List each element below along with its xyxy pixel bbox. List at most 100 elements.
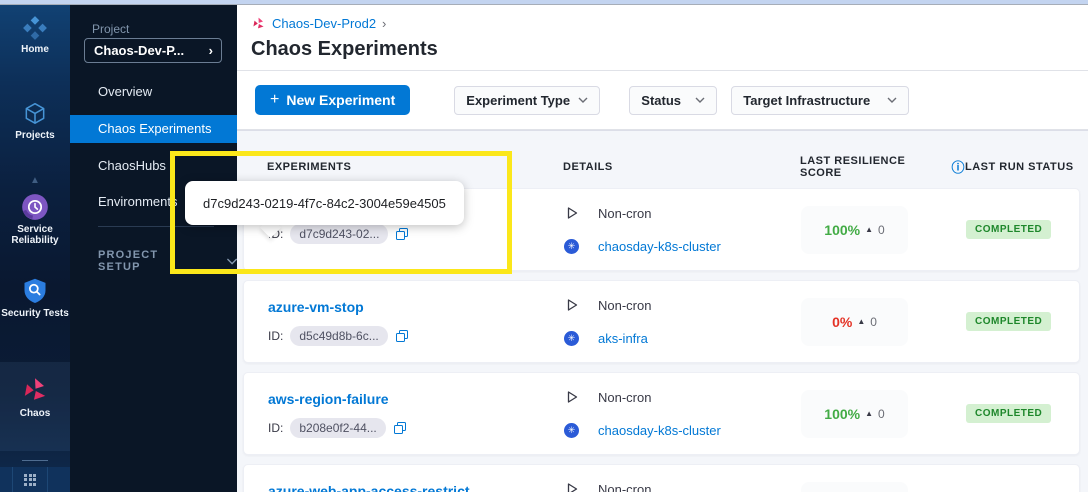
bottom-bar-cell	[0, 467, 13, 492]
experiment-id-tooltip: d7c9d243-0219-4f7c-84c2-3004e59e4505	[185, 181, 464, 225]
score-value: 100%	[824, 406, 860, 422]
breadcrumb-chevron-icon: ›	[382, 16, 386, 31]
filter-label: Experiment Type	[466, 93, 570, 108]
sidebar-item-home[interactable]: Home	[0, 15, 70, 55]
project-label: Project	[92, 22, 129, 36]
chevron-down-icon	[887, 97, 897, 103]
experiment-name-link[interactable]: azure-web-app-access-restrict	[268, 481, 564, 493]
play-icon	[564, 298, 579, 312]
column-header-experiments: EXPERIMENTS	[267, 161, 563, 173]
experiment-name-link[interactable]: aws-region-failure	[268, 389, 564, 409]
page-header: Chaos-Dev-Prod2 › Chaos Experiments	[237, 5, 1088, 71]
new-experiment-label: New Experiment	[286, 92, 395, 108]
score-delta: 0	[870, 315, 877, 329]
copy-icon[interactable]	[393, 421, 407, 435]
copy-icon[interactable]	[395, 227, 409, 241]
trend-up-icon: ▲	[857, 317, 865, 326]
score-value: 0%	[832, 314, 852, 330]
chaos-breadcrumb-icon	[251, 16, 266, 31]
plus-icon: +	[270, 92, 279, 108]
score-delta: 0	[878, 223, 885, 237]
infrastructure-link[interactable]: chaosday-k8s-cluster	[598, 423, 721, 438]
infrastructure-link[interactable]: chaosday-k8s-cluster	[598, 239, 721, 254]
copy-icon[interactable]	[395, 329, 409, 343]
sidebar-item-service-reliability[interactable]: Service Reliability	[0, 193, 70, 246]
status-badge: COMPLETED	[966, 220, 1051, 239]
experiment-id-chip[interactable]: b208e0f2-44...	[290, 418, 385, 438]
infrastructure-link[interactable]: aks-infra	[598, 331, 648, 346]
main-content: Chaos-Dev-Prod2 › Chaos Experiments + Ne…	[237, 5, 1088, 492]
resilience-score-card: 0% ▲ 0	[801, 298, 908, 346]
sidebar-divider	[22, 460, 48, 461]
bottom-bar-cell	[48, 467, 70, 492]
status-badge: COMPLETED	[966, 312, 1051, 331]
project-selector-value: Chaos-Dev-P...	[94, 43, 184, 58]
status-badge: COMPLETED	[966, 404, 1051, 423]
module-sidebar: Home Projects ▲ Service Reliabilit	[0, 5, 70, 492]
scroll-up-icon[interactable]: ▲	[0, 175, 70, 186]
sidebar-item-projects[interactable]: Projects	[0, 101, 70, 141]
page-title: Chaos Experiments	[251, 38, 1088, 61]
projects-cube-icon	[0, 101, 70, 127]
table-header-row: EXPERIMENTS DETAILS LAST RESILIENCE SCOR…	[243, 155, 1080, 175]
sidebar-item-chaos[interactable]: Chaos	[0, 375, 70, 419]
id-label: ID:	[268, 421, 283, 435]
app-shell: Home Projects ▲ Service Reliabilit	[0, 5, 1088, 492]
table-row[interactable]: azure-web-app-access-restrict Non-cron	[243, 464, 1080, 492]
home-icon	[0, 15, 70, 41]
column-header-resilience-score: LAST RESILIENCE SCORE ⓘ	[800, 155, 965, 179]
project-selector[interactable]: Chaos-Dev-P... ›	[84, 38, 222, 63]
breadcrumb: Chaos-Dev-Prod2 ›	[251, 16, 1088, 31]
kubernetes-infra-icon: ✳	[564, 423, 579, 438]
experiment-id-chip[interactable]: d7c9d243-02...	[290, 224, 388, 244]
play-icon	[564, 390, 579, 404]
score-value: 100%	[824, 222, 860, 238]
new-experiment-button[interactable]: + New Experiment	[255, 85, 410, 115]
kubernetes-infra-icon: ✳	[564, 239, 579, 254]
status-filter[interactable]: Status	[629, 86, 717, 115]
target-infrastructure-filter[interactable]: Target Infrastructure	[731, 86, 909, 115]
service-reliability-icon	[0, 193, 70, 221]
sidebar-item-label: Chaos	[0, 408, 70, 419]
toolbar: + New Experiment Experiment Type Status …	[237, 71, 1088, 130]
experiment-name-link[interactable]: azure-vm-stop	[268, 297, 564, 317]
sidebar-item-chaos-experiments[interactable]: Chaos Experiments	[70, 115, 237, 143]
chevron-down-icon	[227, 258, 237, 265]
project-setup-toggle[interactable]: PROJECT SETUP	[98, 249, 237, 273]
table-row[interactable]: aws-region-failure ID: b208e0f2-44...	[243, 372, 1080, 455]
experiment-id-chip[interactable]: d5c49d8b-6c...	[290, 326, 387, 346]
chevron-down-icon	[695, 97, 705, 103]
kubernetes-infra-icon: ✳	[564, 331, 579, 346]
trend-up-icon: ▲	[865, 409, 873, 418]
sidebar-item-overview[interactable]: Overview	[70, 78, 237, 106]
filter-label: Status	[641, 93, 681, 108]
breadcrumb-project-link[interactable]: Chaos-Dev-Prod2	[272, 16, 376, 31]
security-tests-shield-icon	[0, 277, 70, 305]
schedule-type: Non-cron	[598, 298, 651, 313]
grid-icon	[24, 474, 36, 486]
sidebar-bottom-bar	[0, 467, 70, 492]
filter-label: Target Infrastructure	[743, 93, 870, 108]
sidebar-item-label: Security Tests	[0, 308, 70, 319]
info-icon[interactable]: ⓘ	[951, 161, 965, 174]
play-icon	[564, 206, 579, 220]
id-label: ID:	[268, 329, 283, 343]
column-header-run-status: LAST RUN STATUS	[965, 161, 1080, 173]
score-delta: 0	[878, 407, 885, 421]
experiment-type-filter[interactable]: Experiment Type	[454, 86, 600, 115]
column-header-details: DETAILS	[563, 161, 800, 173]
resilience-score-card: 100% ▲ 0	[801, 206, 908, 254]
sidebar-item-label: Home	[0, 44, 70, 55]
module-picker-button[interactable]	[13, 467, 48, 492]
project-setup-label: PROJECT SETUP	[98, 249, 189, 273]
project-sidebar: Project Chaos-Dev-P... › Overview Chaos …	[70, 5, 237, 492]
resilience-score-card: 100% ▲ 0	[801, 390, 908, 438]
chevron-down-icon	[578, 97, 588, 103]
schedule-type: Non-cron	[598, 482, 651, 493]
table-row[interactable]: azure-vm-stop ID: d5c49d8b-6c...	[243, 280, 1080, 363]
trend-up-icon: ▲	[865, 225, 873, 234]
schedule-type: Non-cron	[598, 390, 651, 405]
chevron-right-icon: ›	[209, 43, 213, 58]
sidebar-item-chaoshubs[interactable]: ChaosHubs	[70, 152, 237, 180]
sidebar-item-security-tests[interactable]: Security Tests	[0, 277, 70, 319]
